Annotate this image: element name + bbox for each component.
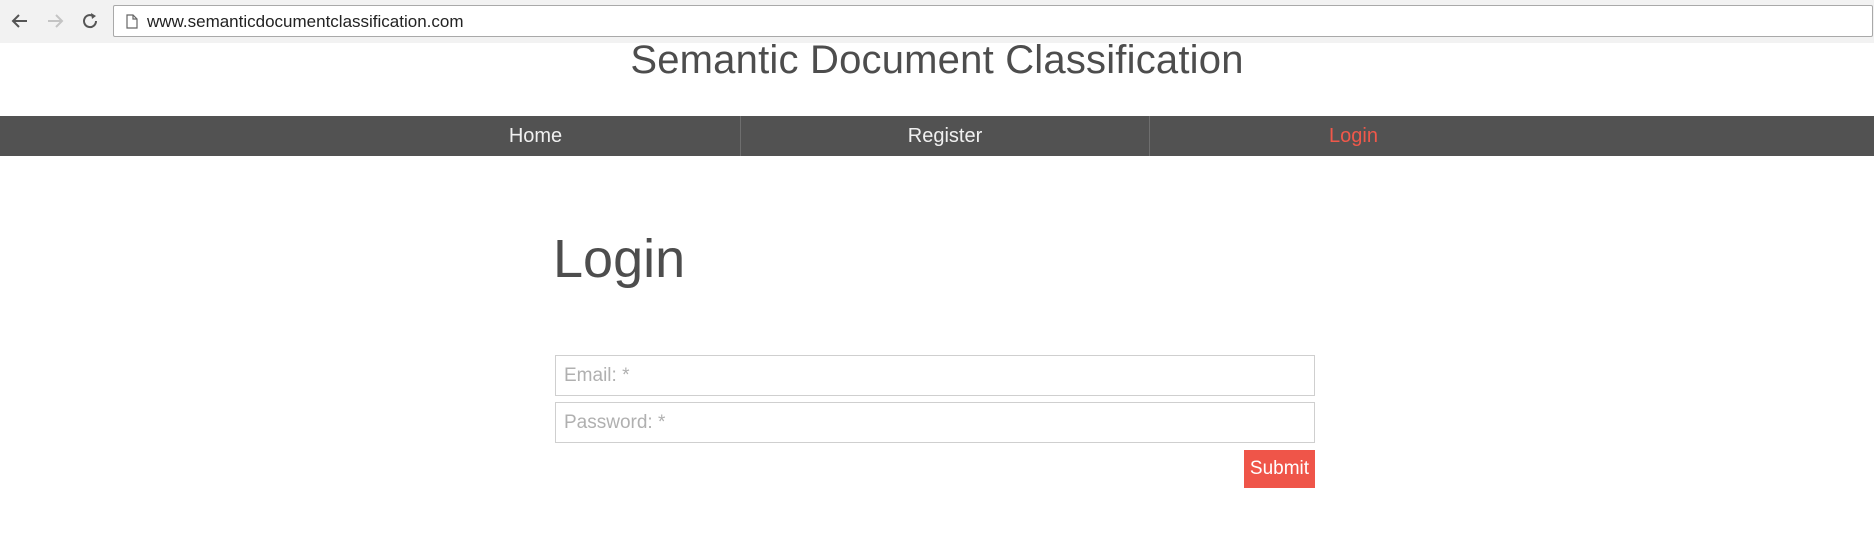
browser-toolbar: www.semanticdocumentclassification.com — [0, 0, 1874, 43]
arrow-right-icon — [48, 14, 64, 28]
reload-icon — [83, 13, 98, 29]
arrow-left-icon — [11, 14, 27, 28]
address-bar[interactable]: www.semanticdocumentclassification.com — [113, 5, 1873, 37]
password-field[interactable] — [555, 402, 1315, 443]
nav-item-register[interactable]: Register — [741, 116, 1149, 156]
reload-button[interactable] — [78, 9, 102, 33]
page-title: Login — [553, 229, 686, 289]
nav-item-login[interactable]: Login — [1150, 116, 1557, 156]
back-button[interactable] — [8, 9, 32, 33]
submit-button[interactable]: Submit — [1244, 450, 1315, 488]
page-icon — [126, 14, 138, 29]
url-text: www.semanticdocumentclassification.com — [147, 12, 464, 31]
site-title: Semantic Document Classification — [630, 38, 1244, 82]
email-field[interactable] — [555, 355, 1315, 396]
nav-item-home[interactable]: Home — [331, 116, 740, 156]
forward-button[interactable] — [43, 9, 67, 33]
main-nav: Home Register Login — [0, 116, 1874, 156]
